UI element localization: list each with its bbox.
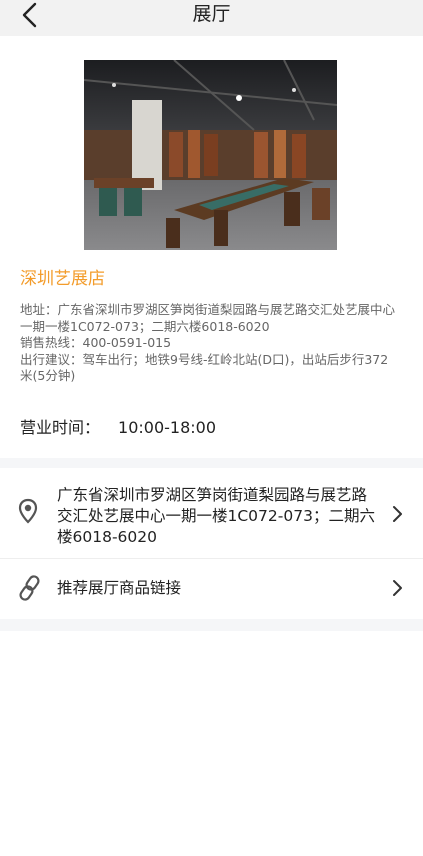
showroom-photo: [84, 60, 337, 250]
store-address-text: 地址：广东省深圳市罗湖区笋岗街道梨园路与展艺路交汇处艺展中心一期一楼1C072-…: [20, 302, 396, 334]
business-hours: 营业时间： 10:00-18:00: [20, 416, 216, 440]
store-name: 深圳艺展店: [20, 269, 105, 289]
recommended-products-link-row[interactable]: 推荐展厅商品链接: [0, 559, 423, 619]
business-hours-value: 10:00-18:00: [118, 418, 217, 437]
page-title: 展厅: [192, 3, 231, 25]
travel-advice: 出行建议：驾车出行；地铁9号线-红岭北站(D口)，出站后步行372米(5分钟): [20, 351, 389, 384]
location-pin-icon: [18, 498, 38, 524]
store-info: 地址：广东省深圳市罗湖区笋岗街道梨园路与展艺路交汇处艺展中心一期一楼1C072-…: [20, 302, 400, 385]
address-row-text: 广东省深圳市罗湖区笋岗街道梨园路与展艺路交汇处艺展中心一期一楼1C072-073…: [57, 486, 375, 546]
recommended-products-link-label: 推荐展厅商品链接: [57, 579, 182, 597]
sales-hotline[interactable]: 销售热线：400-0591-015: [20, 335, 400, 352]
address-row[interactable]: 广东省深圳市罗湖区笋岗街道梨园路与展艺路交汇处艺展中心一期一楼1C072-073…: [0, 468, 423, 559]
link-icon: [19, 575, 40, 601]
chevron-right-icon: [393, 580, 402, 596]
business-hours-label: 营业时间：: [20, 418, 101, 437]
chevron-right-icon: [393, 506, 402, 522]
section-divider: [0, 619, 423, 631]
section-divider: [0, 458, 423, 468]
top-bar: 展厅: [0, 0, 423, 36]
